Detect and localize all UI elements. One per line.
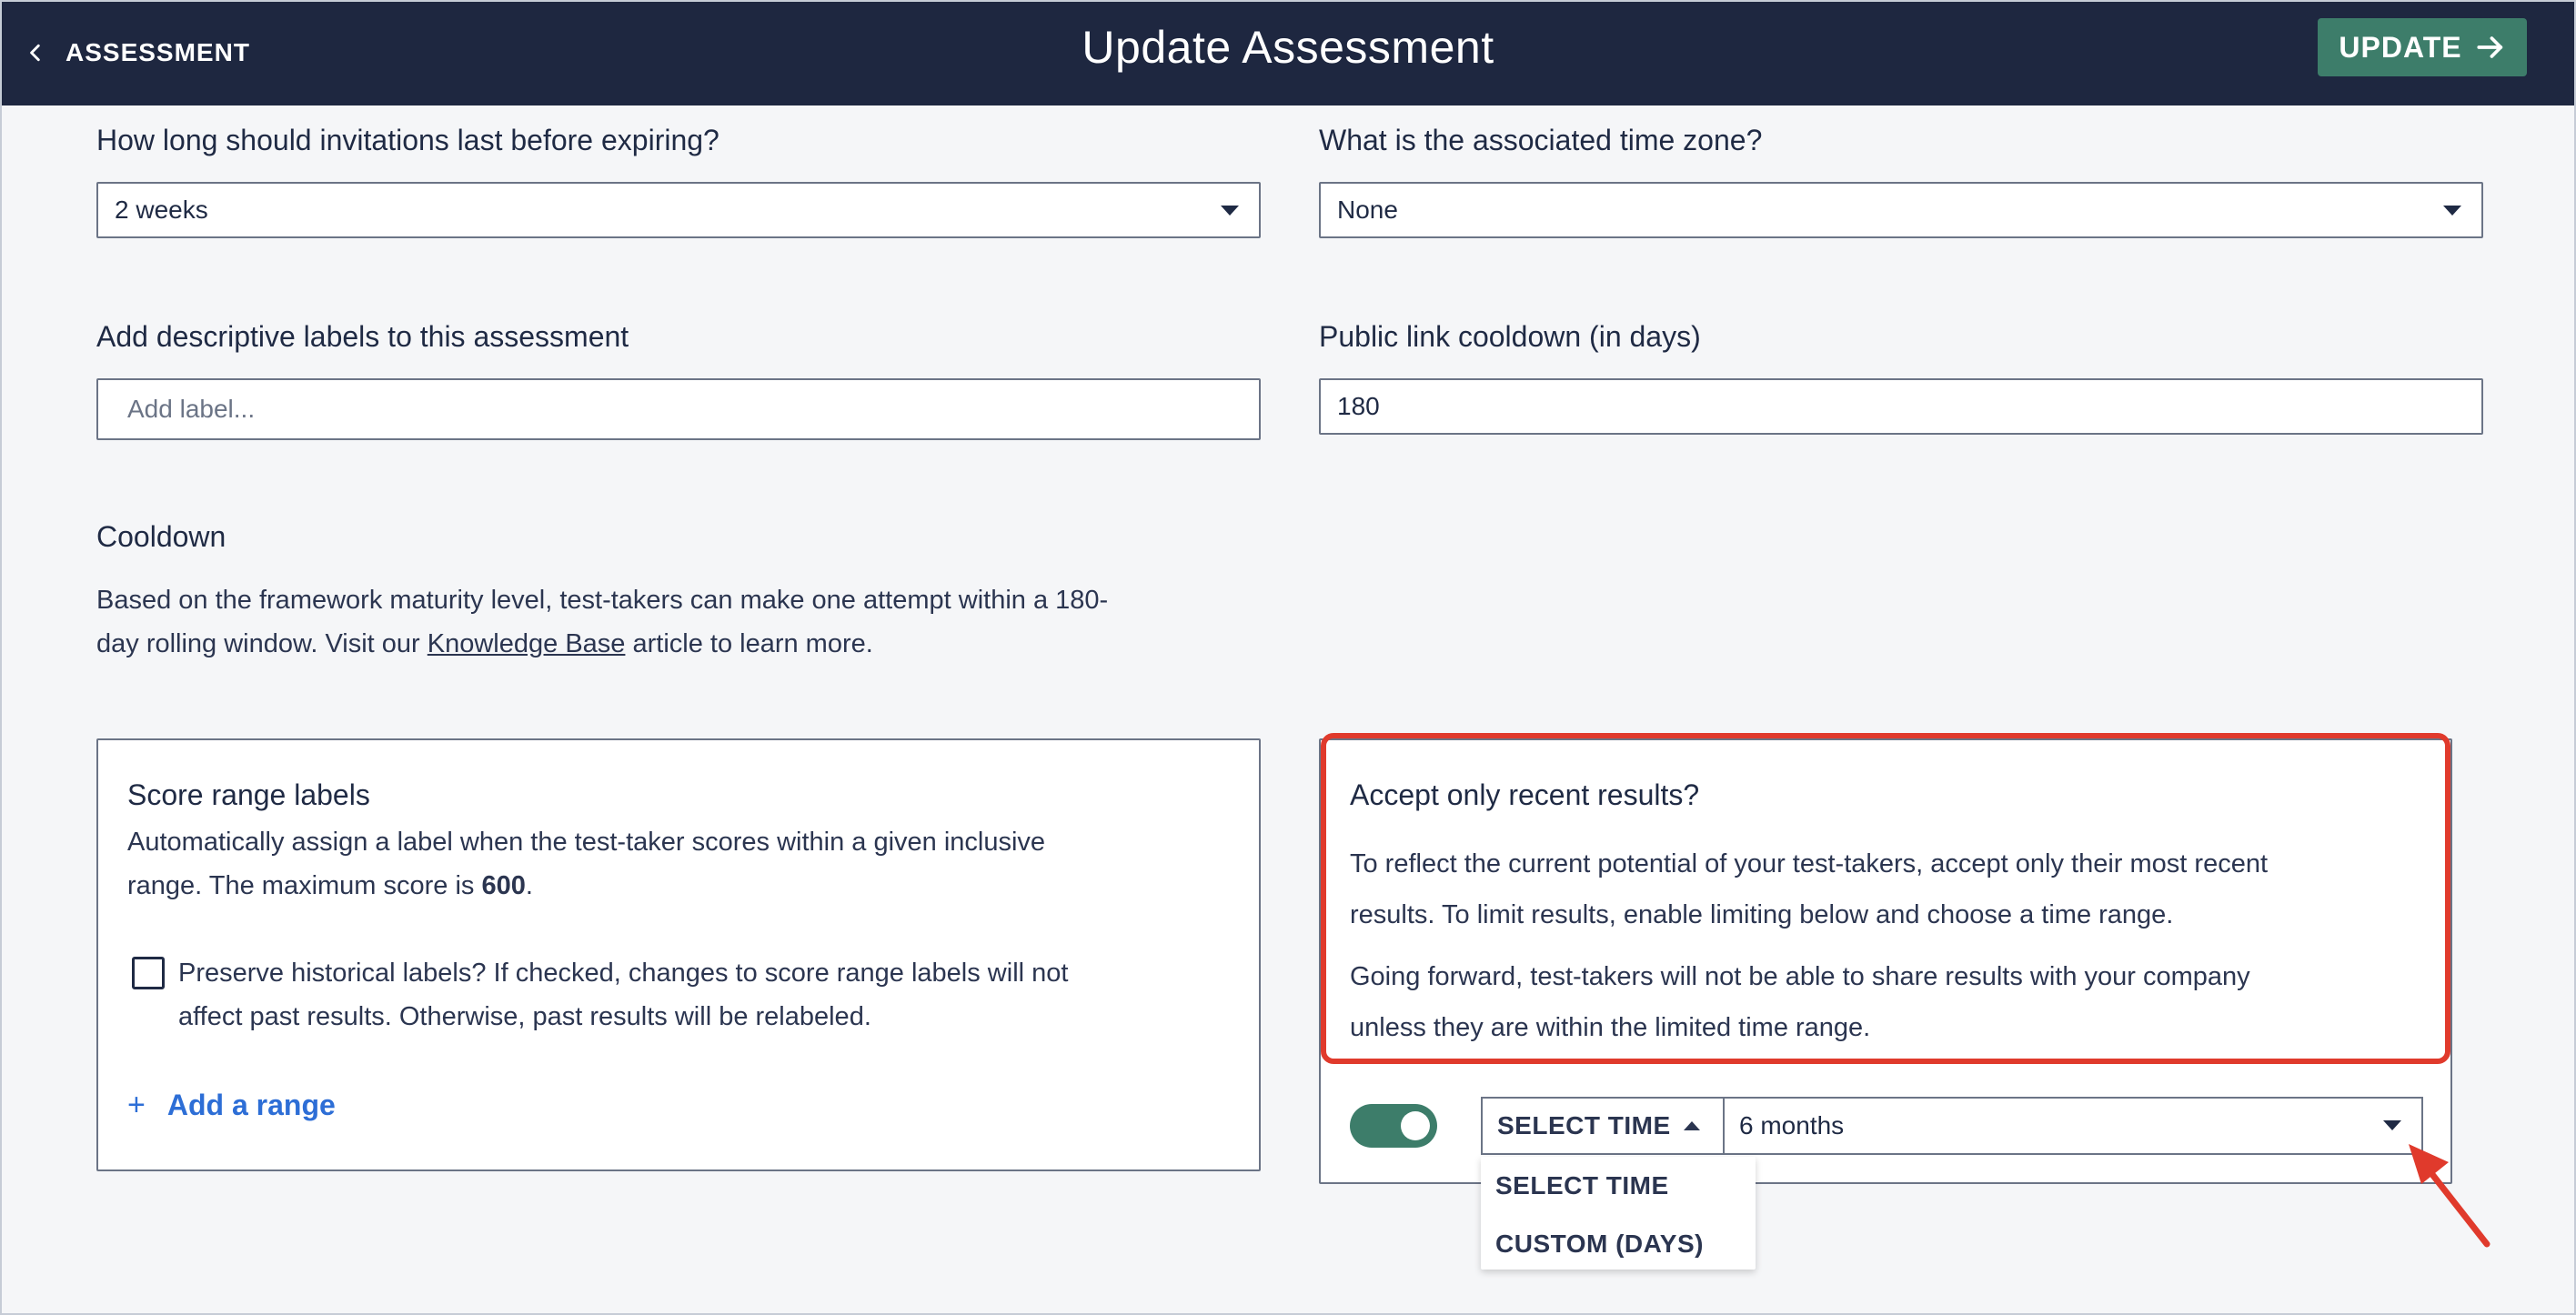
score-range-desc-line-1: Automatically assign a label when the te… xyxy=(127,828,1046,857)
option-select-time[interactable]: SELECT TIME xyxy=(1495,1171,1669,1200)
label-input[interactable] xyxy=(127,395,1259,424)
time-range-select[interactable]: 6 months xyxy=(1723,1097,2423,1155)
public-link-value: 180 xyxy=(1337,392,1380,420)
preserve-line-1: Preserve historical labels? If checked, … xyxy=(178,959,1069,988)
recent-results-para-2: Going forward, test-takers will not be a… xyxy=(1350,951,2441,1053)
preserve-labels-text: Preserve historical labels? If checked, … xyxy=(178,951,1243,1039)
recent-para-1-line-2: results. To limit results, enable limiti… xyxy=(1350,900,2174,929)
recent-results-para-1: To reflect the current potential of your… xyxy=(1350,838,2441,940)
recent-results-title: Accept only recent results? xyxy=(1350,778,1700,811)
add-range-label: Add a range xyxy=(166,1089,336,1121)
recent-para-2-line-2: unless they are within the limited time … xyxy=(1350,1013,1871,1042)
score-range-desc-line-2: range. The maximum score is 600. xyxy=(127,864,1237,908)
caret-down-icon xyxy=(2383,1120,2401,1130)
update-label: UPDATE xyxy=(2339,30,2462,64)
option-custom-days[interactable]: CUSTOM (DAYS) xyxy=(1495,1230,1704,1259)
update-button[interactable]: UPDATE xyxy=(2318,18,2527,76)
labels-field[interactable] xyxy=(96,378,1261,440)
timezone-select[interactable]: None xyxy=(1319,182,2483,238)
time-unit-select[interactable]: SELECT TIME xyxy=(1481,1097,1725,1155)
knowledge-base-link[interactable]: Knowledge Base xyxy=(428,629,626,658)
preserve-labels-checkbox[interactable] xyxy=(132,957,165,989)
caret-up-icon xyxy=(1683,1121,1700,1130)
arrow-right-icon xyxy=(2477,36,2502,58)
score-range-desc-start: range. The maximum score is xyxy=(127,871,482,900)
cooldown-line-1: Based on the framework maturity level, t… xyxy=(96,586,1109,615)
toggle-knob xyxy=(1401,1111,1430,1140)
time-range-value: 6 months xyxy=(1739,1111,1845,1139)
public-link-field[interactable]: 180 xyxy=(1319,378,2483,435)
preserve-line-2: affect past results. Otherwise, past res… xyxy=(178,1002,871,1031)
page-title: Update Assessment xyxy=(1082,22,1494,73)
plus-icon: + xyxy=(127,1088,146,1122)
caret-down-icon xyxy=(1221,206,1239,216)
public-link-label: Public link cooldown (in days) xyxy=(1319,320,1701,353)
timezone-value: None xyxy=(1337,196,1398,224)
recent-para-1-line-1: To reflect the current potential of your… xyxy=(1350,849,2269,878)
invitations-select[interactable]: 2 weeks xyxy=(96,182,1261,238)
cooldown-line-2-end: article to learn more. xyxy=(625,629,873,658)
labels-label: Add descriptive labels to this assessmen… xyxy=(96,320,629,353)
annotation-arrow-icon xyxy=(2409,1144,2490,1248)
invitations-value: 2 weeks xyxy=(115,196,208,224)
time-unit-label: SELECT TIME xyxy=(1497,1111,1671,1139)
cooldown-title: Cooldown xyxy=(96,520,226,553)
recent-para-2-line-1: Going forward, test-takers will not be a… xyxy=(1350,962,2250,991)
caret-down-icon xyxy=(2443,206,2461,216)
add-range-button[interactable]: + Add a range xyxy=(127,1088,336,1123)
limit-results-toggle[interactable] xyxy=(1350,1104,1437,1148)
score-range-description: Automatically assign a label when the te… xyxy=(127,820,1237,908)
score-range-desc-end: . xyxy=(525,871,533,900)
cooldown-text: Based on the framework maturity level, t… xyxy=(96,578,1297,666)
cooldown-line-2-start: day rolling window. Visit our xyxy=(96,629,428,658)
time-unit-dropdown: SELECT TIME CUSTOM (DAYS) xyxy=(1481,1157,1756,1270)
score-range-title: Score range labels xyxy=(127,778,370,811)
max-score: 600 xyxy=(481,871,526,900)
top-bar: ASSESSMENT Update Assessment UPDATE xyxy=(0,0,2576,105)
timezone-label: What is the associated time zone? xyxy=(1319,124,1763,156)
cooldown-line-2: day rolling window. Visit our Knowledge … xyxy=(96,622,1297,666)
invitations-label: How long should invitations last before … xyxy=(96,124,719,156)
